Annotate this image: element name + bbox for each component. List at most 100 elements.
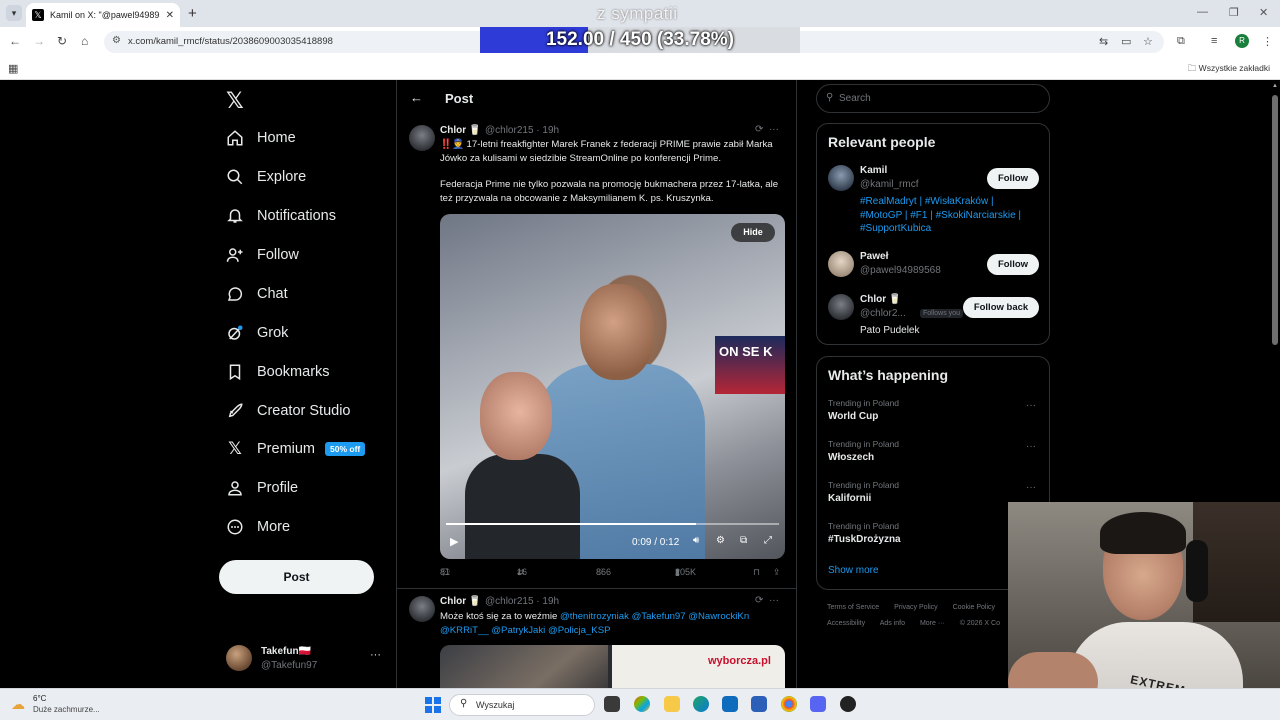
browser-menu-icon[interactable]: ⋮ [1262, 35, 1273, 48]
trend-item[interactable]: Trending in Poland World Cup ··· [828, 398, 1040, 426]
back-arrow-icon[interactable]: ← [410, 90, 423, 105]
tweet-mentions-1[interactable]: @thenitrozyniak @Takefun97 @NawrockiKn [560, 611, 749, 622]
media-icon[interactable]: ≡ [1211, 35, 1217, 47]
nav-bookmarks[interactable]: Bookmarks [226, 359, 330, 385]
fullscreen-icon[interactable]: ⤢ [764, 535, 772, 546]
extensions-icon[interactable]: ⧉ [1177, 35, 1185, 48]
tweet-author-name[interactable]: Chlor 🥛 [440, 596, 481, 607]
pip-icon[interactable]: ⧉ [740, 535, 747, 546]
start-windows-icon[interactable] [425, 697, 441, 713]
nav-follow[interactable]: Follow [226, 242, 299, 268]
nav-creator-studio[interactable]: Creator Studio [226, 398, 351, 424]
tweet-mentions-2[interactable]: @KRRiT__ @PatrykJaki @Policja_KSP [440, 625, 611, 636]
hide-button[interactable]: Hide [731, 223, 775, 242]
x-logo-icon[interactable]: 𝕏 [226, 88, 244, 114]
follow-back-button[interactable]: Follow back [963, 297, 1039, 318]
nav-grok[interactable]: Grok [226, 320, 288, 346]
bio-line-3[interactable]: #SupportKubica [860, 223, 931, 234]
home-browser-icon[interactable]: ⌂ [81, 34, 88, 48]
person-pawel[interactable]: Paweł @pawel94989568 Follow [828, 251, 1040, 281]
footer-more[interactable]: More ··· [920, 620, 945, 627]
trend-more-icon[interactable]: ··· [1026, 441, 1036, 452]
person-name[interactable]: Kamil [860, 165, 887, 176]
share-icon[interactable]: ⇪ [773, 567, 781, 578]
outlook-icon[interactable] [722, 696, 738, 712]
footer-cookie[interactable]: Cookie Policy [953, 604, 995, 611]
person-avatar[interactable] [828, 165, 854, 191]
account-more-icon[interactable]: ··· [370, 649, 381, 661]
follow-button[interactable]: Follow [987, 254, 1039, 275]
nav-more[interactable]: More [226, 514, 290, 540]
tweet-2-image[interactable]: wyborcza.pl [440, 645, 785, 688]
settings-gear-icon[interactable]: ⚙ [716, 535, 725, 546]
bio-line-2[interactable]: #MotoGP | #F1 | #SkokiNarciarskie | [860, 210, 1021, 221]
bio-line-1[interactable]: #RealMadryt | #WisłaKraków | [860, 196, 994, 207]
weather-temperature[interactable]: 6°C [33, 694, 46, 703]
tweet-author-handle[interactable]: @chlor215 · 19h [485, 596, 559, 607]
back-icon[interactable]: ← [9, 34, 21, 48]
new-tab-icon[interactable]: + [188, 5, 197, 22]
grok-explain-icon[interactable]: ⟳ [755, 124, 763, 135]
bookmark-star-icon[interactable]: ☆ [1143, 35, 1153, 48]
nav-profile[interactable]: Profile [226, 475, 298, 501]
tweet-more-icon[interactable]: ··· [769, 124, 779, 135]
all-bookmarks[interactable]: 🗀 Wszystkie zakładki [1188, 63, 1270, 77]
post-button[interactable]: Post [219, 560, 374, 594]
copilot-icon[interactable] [634, 696, 650, 712]
footer-privacy[interactable]: Privacy Policy [894, 604, 938, 611]
window-close-icon[interactable]: ✕ [1259, 6, 1268, 19]
forward-icon[interactable]: → [33, 34, 45, 48]
nav-premium[interactable]: 𝕏 Premium 50% off [226, 436, 366, 462]
site-info-icon[interactable]: ⚙ [112, 35, 121, 46]
nav-home[interactable]: Home [226, 125, 296, 151]
minimize-icon[interactable]: — [1197, 6, 1208, 18]
apps-grid-icon[interactable]: ▦ [8, 62, 18, 75]
reload-icon[interactable]: ↻ [57, 34, 67, 48]
tweet-video[interactable]: ON SE K Hide ▶ 0:09 / 0:12 🔊︎ ⚙ ⧉ ⤢ [440, 214, 785, 559]
search-input[interactable]: ⚲ Search [816, 84, 1050, 113]
profile-avatar[interactable]: R [1235, 34, 1249, 48]
person-name[interactable]: Paweł [860, 251, 888, 262]
page-scrollbar-thumb[interactable] [1272, 95, 1278, 345]
taskbar-search[interactable]: ⚲ Wyszukaj [449, 694, 595, 716]
scroll-up-icon[interactable]: ▲ [1272, 83, 1278, 89]
person-name[interactable]: Chlor 🥛 [860, 294, 901, 305]
nav-explore[interactable]: Explore [226, 164, 306, 190]
trend-item[interactable]: Trending in Poland Włoszech ··· [828, 439, 1040, 467]
tweet-more-icon[interactable]: ··· [769, 595, 779, 606]
trend-more-icon[interactable]: ··· [1026, 400, 1036, 411]
tab-close-icon[interactable]: ✕ [166, 10, 174, 21]
person-chlor[interactable]: Chlor 🥛 @chlor2... Follows you Follow ba… [828, 294, 1040, 338]
show-more-link[interactable]: Show more [828, 565, 879, 576]
task-view-icon[interactable] [604, 696, 620, 712]
person-avatar[interactable] [828, 251, 854, 277]
file-explorer-icon[interactable] [664, 696, 680, 712]
trend-more-icon[interactable]: ··· [1026, 482, 1036, 493]
weather-cloud-icon[interactable]: ☁ [11, 696, 25, 713]
person-handle[interactable]: @pawel94989568 [860, 265, 941, 276]
restore-icon[interactable]: ❐ [1229, 6, 1239, 19]
bookmark-tweet-icon[interactable]: ⊓ [753, 567, 760, 578]
person-kamil[interactable]: Kamil @kamil_rmcf Follow #RealMadryt | #… [828, 165, 1040, 235]
footer-terms[interactable]: Terms of Service [827, 604, 879, 611]
play-icon[interactable]: ▶ [450, 535, 458, 548]
footer-accessibility[interactable]: Accessibility [827, 620, 865, 627]
translate-icon[interactable]: ⇆ [1099, 35, 1108, 48]
tweet-1[interactable]: Chlor 🥛 @chlor215 · 19h ⟳ ··· ‼️👮 17-let… [397, 120, 796, 610]
tweet-avatar[interactable] [409, 125, 435, 151]
person-avatar[interactable] [828, 294, 854, 320]
tweet-avatar[interactable] [409, 596, 435, 622]
browser-tab[interactable]: 𝕏 Kamil on X: "@pawel94989568 ✕ [26, 3, 180, 27]
tweet-author-name[interactable]: Chlor 🥛 [440, 125, 481, 136]
store-icon[interactable] [751, 696, 767, 712]
footer-ads-info[interactable]: Ads info [880, 620, 905, 627]
tab-search-button[interactable]: ▾ [6, 5, 22, 21]
person-handle[interactable]: @chlor2... [860, 308, 906, 319]
follow-button[interactable]: Follow [987, 168, 1039, 189]
account-switcher[interactable]: Takefun🇵🇱 @Takefun97 ··· [226, 644, 386, 674]
chrome-icon[interactable] [781, 696, 797, 712]
edge-icon[interactable] [693, 696, 709, 712]
person-handle[interactable]: @kamil_rmcf [860, 179, 919, 190]
nav-notifications[interactable]: Notifications [226, 203, 336, 229]
video-progress-bar[interactable] [446, 523, 779, 525]
